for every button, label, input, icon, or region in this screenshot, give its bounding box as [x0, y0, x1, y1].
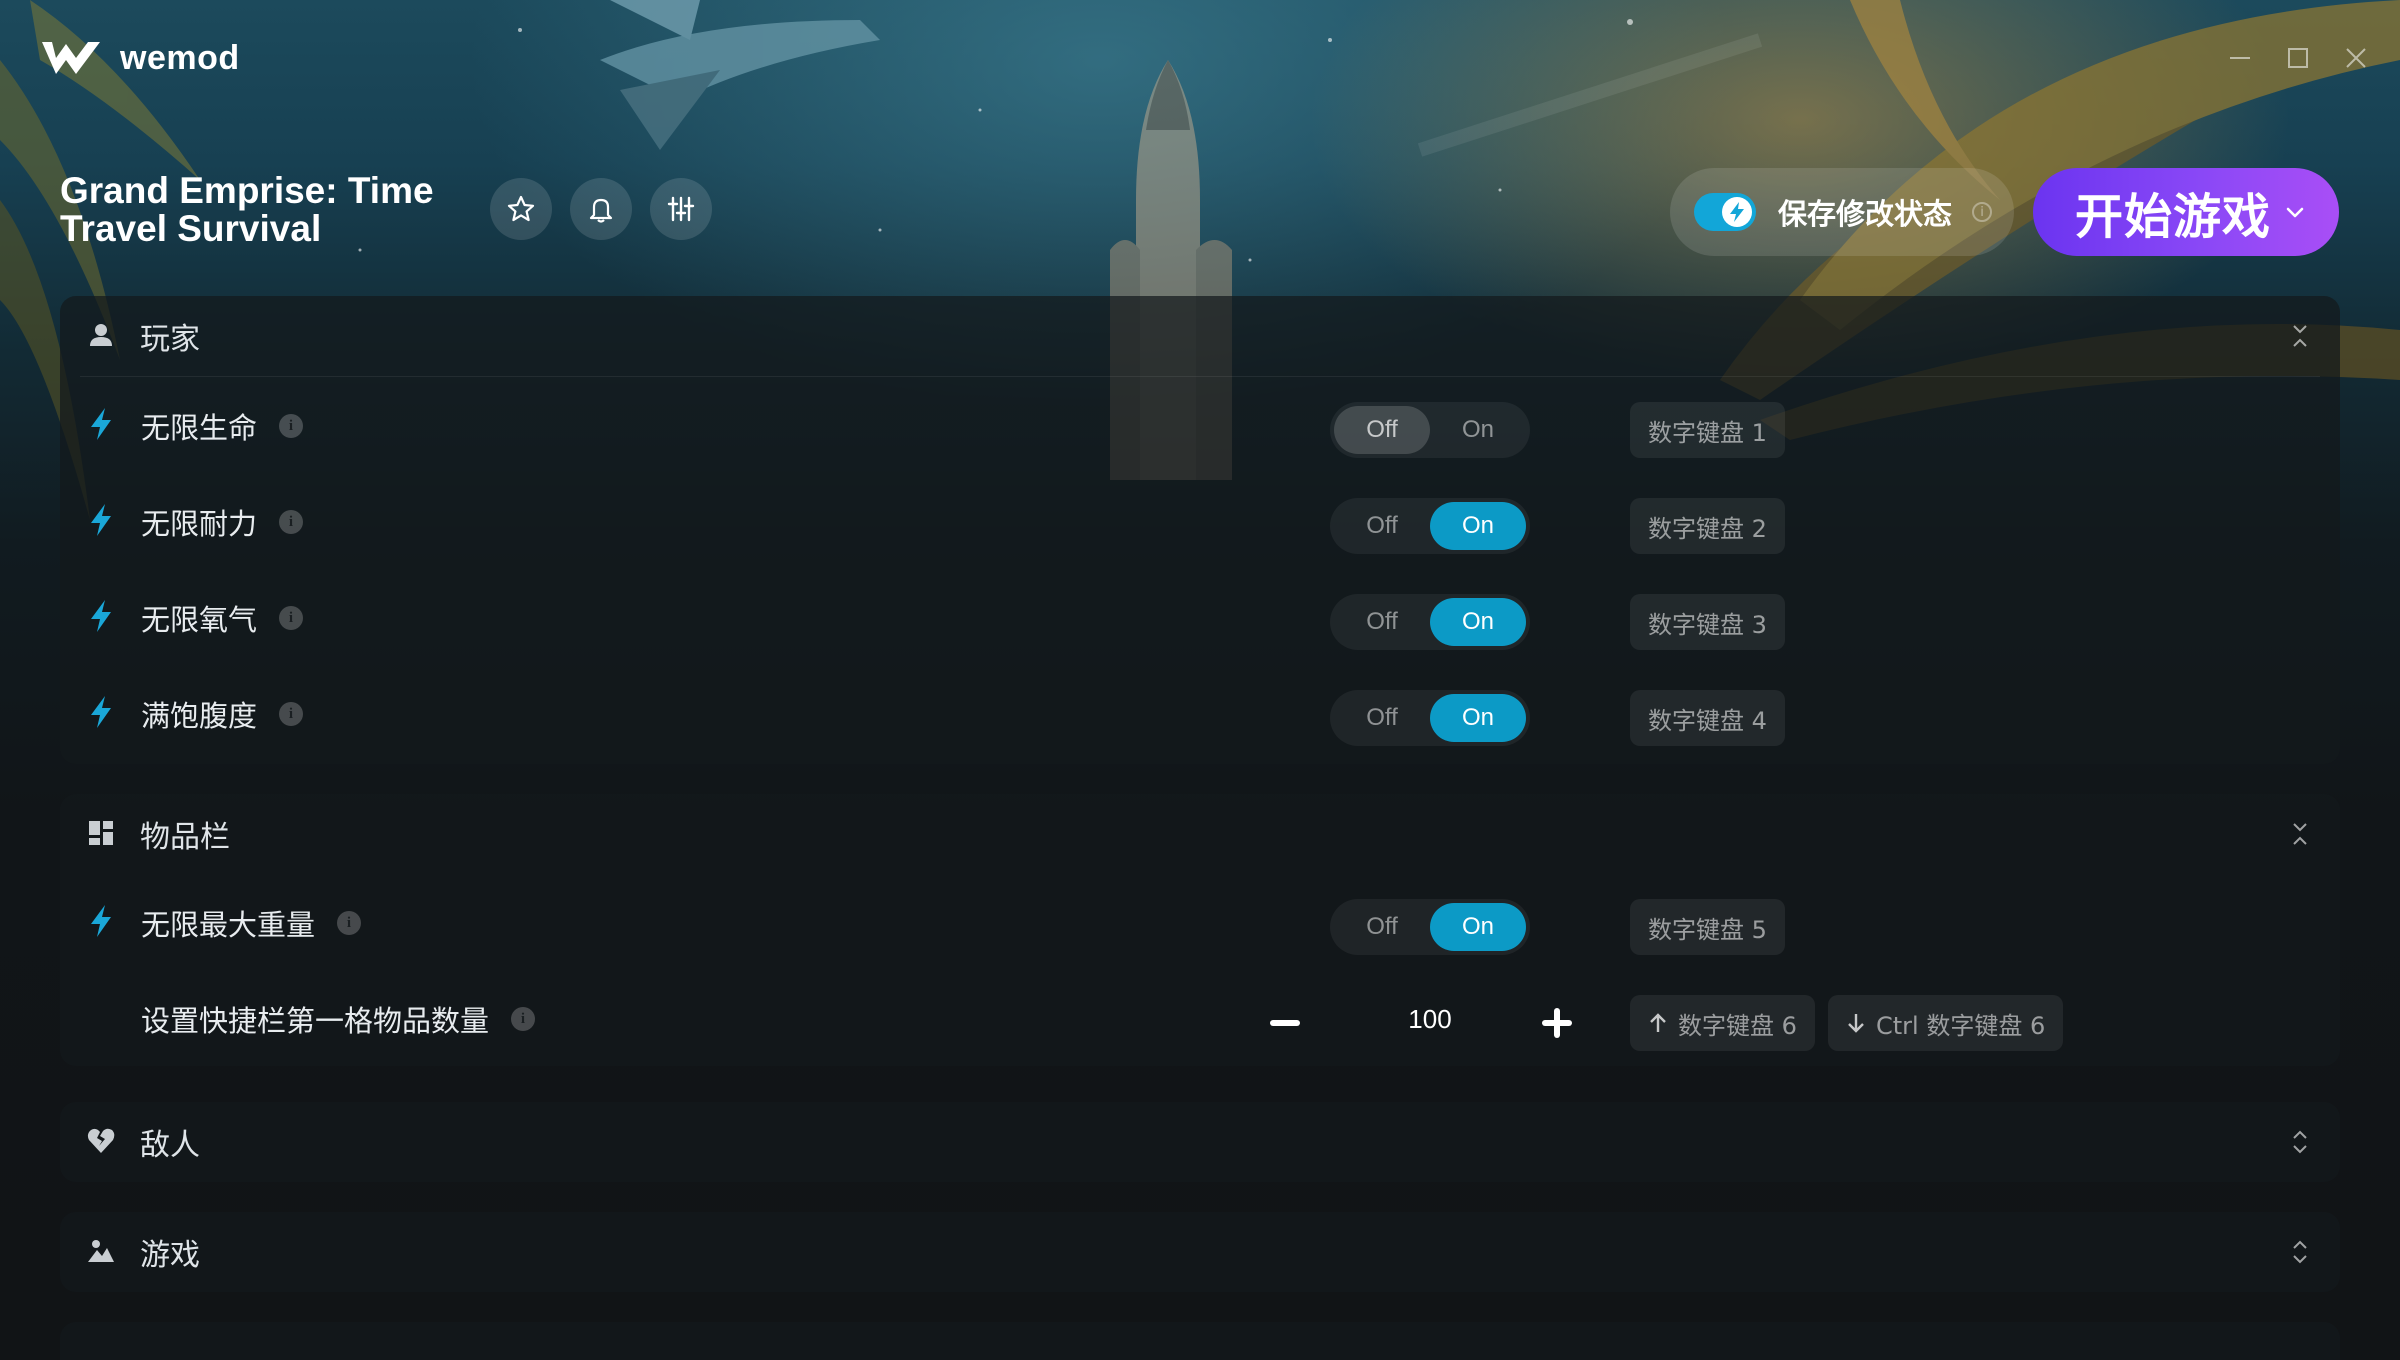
- off-on-toggle[interactable]: Off On: [1330, 594, 1530, 650]
- chevron-down-icon[interactable]: [2281, 198, 2309, 226]
- info-icon[interactable]: i: [511, 1007, 536, 1031]
- category-label: 物品栏: [140, 820, 230, 855]
- toggle-on[interactable]: On: [1430, 406, 1526, 454]
- stepper-row: 设置快捷栏第一格物品数量 i 100 数字键盘 6 Ctrl 数字键盘 6: [60, 970, 2340, 1066]
- info-icon[interactable]: i: [279, 414, 304, 438]
- settings-sliders-button[interactable]: [650, 178, 712, 240]
- minimize-icon[interactable]: [2226, 44, 2254, 72]
- star-icon: [507, 195, 535, 222]
- info-icon[interactable]: i: [337, 911, 362, 935]
- category-inventory: 物品栏 无限最大重量 i Off On 数字键盘 5 设置快捷栏第一格物品数量 …: [60, 794, 2340, 1066]
- mod-label: 无限耐力: [141, 507, 258, 541]
- hotkey-badge[interactable]: 数字键盘 4: [1630, 690, 1785, 746]
- maximize-icon[interactable]: [2284, 44, 2312, 72]
- category-player: 玩家 无限生命 i Off On 数字键盘 1 无限耐力 i Off On 数字…: [60, 296, 2340, 764]
- game-title: Grand Emprise: Time Travel Survival: [60, 170, 434, 249]
- category-game[interactable]: 游戏: [60, 1212, 2340, 1292]
- landscape-icon: [88, 1240, 114, 1262]
- save-mods-info-icon[interactable]: i: [1972, 202, 1993, 222]
- off-on-toggle[interactable]: Off On: [1330, 690, 1530, 746]
- category-header[interactable]: 物品栏: [60, 794, 2340, 874]
- collapse-icon[interactable]: [2288, 818, 2312, 850]
- toggle-off[interactable]: Off: [1334, 598, 1430, 646]
- title-bar: wemod: [0, 0, 2400, 120]
- toggle-off[interactable]: Off: [1334, 903, 1430, 951]
- save-mods-label: 保存修改状态: [1778, 197, 1953, 231]
- toggle-on[interactable]: On: [1430, 502, 1526, 550]
- close-icon[interactable]: [2342, 44, 2370, 72]
- category-label: 敌人: [140, 1128, 200, 1163]
- toggle-on[interactable]: On: [1430, 903, 1526, 951]
- hotkey-label: 数字键盘 6: [1678, 1011, 1797, 1040]
- hotkey-badge[interactable]: 数字键盘 2: [1630, 498, 1785, 554]
- play-button[interactable]: 开始游戏: [2033, 168, 2339, 256]
- off-on-toggle[interactable]: Off On: [1330, 498, 1530, 554]
- grid-icon: [89, 821, 113, 845]
- mod-row: 无限耐力 i Off On 数字键盘 2: [60, 473, 2340, 569]
- category-header[interactable]: 敌人: [60, 1102, 2340, 1182]
- mod-label: 无限最大重量: [141, 908, 316, 942]
- window-controls: [2226, 44, 2370, 72]
- hotkey-badge-decrease[interactable]: Ctrl 数字键盘 6: [1828, 995, 2064, 1051]
- mod-row: 满饱腹度 i Off On 数字键盘 4: [60, 665, 2340, 761]
- off-on-toggle[interactable]: Off On: [1330, 402, 1530, 458]
- hotkey-badge[interactable]: 数字键盘 3: [1630, 594, 1785, 650]
- hotkey-badge-increase[interactable]: 数字键盘 6: [1630, 995, 1815, 1051]
- hotkey-badge[interactable]: 数字键盘 1: [1630, 402, 1785, 458]
- stepper-value[interactable]: 100: [1370, 1004, 1490, 1035]
- bell-icon: [589, 198, 613, 223]
- toggle-off[interactable]: Off: [1334, 694, 1430, 742]
- plus-icon[interactable]: [1540, 1006, 1574, 1040]
- bolt-icon: [91, 504, 111, 536]
- save-toggle-knob: [1722, 197, 1752, 227]
- info-icon[interactable]: i: [279, 606, 304, 630]
- category-enemies[interactable]: 敌人: [60, 1102, 2340, 1182]
- category-label: 游戏: [140, 1238, 200, 1273]
- category-label: 玩家: [140, 322, 200, 357]
- category-next-partial[interactable]: [60, 1322, 2340, 1360]
- mod-row: 无限生命 i Off On 数字键盘 1: [60, 377, 2340, 473]
- arrow-up-icon: [1650, 1013, 1666, 1032]
- mod-row: 无限氧气 i Off On 数字键盘 3: [60, 569, 2340, 665]
- hotkey-label: Ctrl 数字键盘 6: [1876, 1011, 2046, 1040]
- wemod-logo-icon: [42, 42, 100, 74]
- favorite-button[interactable]: [490, 178, 552, 240]
- category-header[interactable]: 玩家: [60, 296, 2340, 376]
- mod-label: 无限氧气: [141, 603, 258, 637]
- bolt-icon: [91, 696, 111, 728]
- broken-heart-icon: [87, 1128, 115, 1153]
- minus-icon[interactable]: [1268, 1008, 1302, 1038]
- mod-row: 无限最大重量 i Off On 数字键盘 5: [60, 874, 2340, 970]
- user-icon: [90, 324, 112, 346]
- mod-label: 无限生命: [141, 411, 258, 445]
- bolt-icon: [91, 600, 111, 632]
- hotkey-badge[interactable]: 数字键盘 5: [1630, 899, 1785, 955]
- bolt-icon: [91, 905, 111, 937]
- bolt-icon: [1730, 202, 1744, 222]
- save-mods-toggle[interactable]: [1694, 193, 1756, 231]
- app-logo[interactable]: wemod: [40, 38, 240, 78]
- arrow-down-icon: [1848, 1014, 1864, 1033]
- collapse-icon[interactable]: [2288, 320, 2312, 352]
- notifications-button[interactable]: [570, 178, 632, 240]
- mod-label: 设置快捷栏第一格物品数量: [141, 1004, 490, 1038]
- expand-icon[interactable]: [2288, 1236, 2312, 1268]
- category-header[interactable]: 游戏: [60, 1212, 2340, 1292]
- play-button-label: 开始游戏: [2075, 189, 2272, 245]
- save-mods-pill[interactable]: 保存修改状态 i: [1670, 168, 2014, 256]
- sliders-icon: [667, 196, 695, 222]
- toggle-off[interactable]: Off: [1334, 406, 1430, 454]
- mod-label: 满饱腹度: [141, 699, 258, 733]
- toggle-off[interactable]: Off: [1334, 502, 1430, 550]
- bolt-icon: [91, 408, 111, 440]
- expand-icon[interactable]: [2288, 1126, 2312, 1158]
- off-on-toggle[interactable]: Off On: [1330, 899, 1530, 955]
- info-icon[interactable]: i: [279, 702, 304, 726]
- info-icon[interactable]: i: [279, 510, 304, 534]
- toggle-on[interactable]: On: [1430, 598, 1526, 646]
- toggle-on[interactable]: On: [1430, 694, 1526, 742]
- app-name: wemod: [120, 38, 240, 77]
